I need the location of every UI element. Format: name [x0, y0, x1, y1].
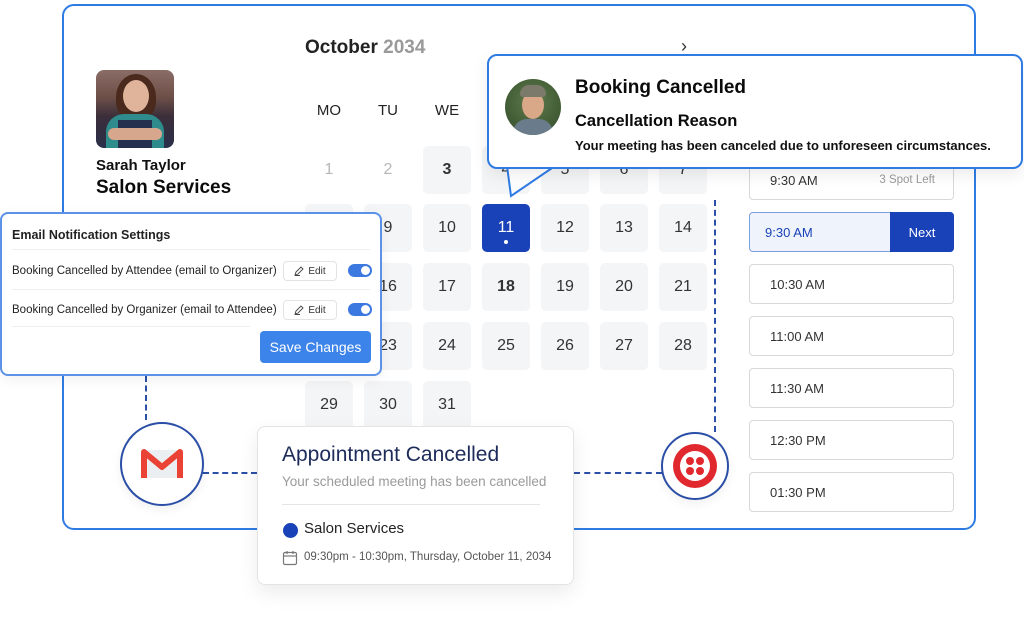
- appointment-datetime: 09:30pm - 10:30pm, Thursday, October 11,…: [304, 551, 552, 563]
- calendar-day-selected[interactable]: 11: [482, 204, 530, 252]
- calendar-day[interactable]: 29: [305, 381, 353, 429]
- month-label: October: [305, 37, 378, 58]
- gmail-integration: [120, 422, 204, 506]
- time-slot[interactable]: 11:00 AM: [749, 316, 954, 356]
- time-slot[interactable]: 12:30 PM: [749, 420, 954, 460]
- connector-line: [203, 472, 257, 474]
- calendar-day: 2: [383, 161, 393, 178]
- time-slot-label: 9:30 AM: [770, 172, 818, 188]
- notification-label: Booking Cancelled by Organizer (email to…: [12, 304, 277, 316]
- organizer-avatar: [96, 70, 174, 148]
- calendar-day[interactable]: 13: [600, 204, 648, 252]
- weekday-label: WE: [434, 102, 460, 119]
- booking-cancelled-popup: Booking Cancelled Cancellation Reason Yo…: [487, 54, 1023, 169]
- appointment-cancelled-card: Appointment Cancelled Your scheduled mee…: [257, 426, 574, 585]
- email-notification-settings-panel: Email Notification Settings Booking Canc…: [0, 212, 382, 376]
- edit-button[interactable]: Edit: [283, 300, 337, 320]
- month-title: October 2034: [305, 37, 425, 59]
- popup-tail: [506, 166, 556, 198]
- spots-left-label: 3 Spot Left: [879, 174, 935, 186]
- pencil-icon: [294, 305, 305, 315]
- calendar-day[interactable]: 19: [541, 263, 589, 311]
- time-slot[interactable]: 11:30 AM: [749, 368, 954, 408]
- service-title: Salon Services: [96, 177, 232, 198]
- calendar-day: 1: [324, 161, 334, 178]
- notification-label: Booking Cancelled by Attendee (email to …: [12, 265, 277, 277]
- twilio-integration: [661, 432, 729, 500]
- calendar-day[interactable]: 20: [600, 263, 648, 311]
- divider: [282, 504, 540, 505]
- time-slot[interactable]: 10:30 AM: [749, 264, 954, 304]
- calendar-day[interactable]: 12: [541, 204, 589, 252]
- appointment-title: Appointment Cancelled: [282, 443, 500, 466]
- edit-label: Edit: [308, 265, 326, 277]
- calendar-day[interactable]: 26: [541, 322, 589, 370]
- divider: [12, 289, 370, 290]
- connector-line: [574, 472, 662, 474]
- calendar-day[interactable]: 14: [659, 204, 707, 252]
- gmail-icon: [141, 449, 183, 478]
- calendar-day[interactable]: 24: [423, 322, 471, 370]
- service-color-dot: [283, 523, 298, 538]
- calendar-day[interactable]: 18: [482, 263, 530, 311]
- divider: [12, 326, 250, 327]
- weekday-label: TU: [378, 102, 398, 119]
- time-slot[interactable]: 01:30 PM: [749, 472, 954, 512]
- year-label: 2034: [383, 37, 426, 58]
- popup-subtitle: Cancellation Reason: [575, 112, 738, 130]
- calendar-day[interactable]: 28: [659, 322, 707, 370]
- calendar-day[interactable]: 25: [482, 322, 530, 370]
- panel-title: Email Notification Settings: [12, 228, 171, 242]
- calendar-day[interactable]: 21: [659, 263, 707, 311]
- notification-toggle[interactable]: [348, 264, 372, 277]
- connector-line: [145, 376, 147, 420]
- popup-title: Booking Cancelled: [575, 77, 747, 98]
- calendar-day[interactable]: 27: [600, 322, 648, 370]
- attendee-avatar: [505, 79, 561, 135]
- calendar-icon: [282, 551, 298, 566]
- calendar-day[interactable]: 17: [423, 263, 471, 311]
- appointment-service: Salon Services: [304, 520, 405, 537]
- calendar-day[interactable]: 31: [423, 381, 471, 429]
- calendar-day[interactable]: 30: [364, 381, 412, 429]
- appointment-subtitle: Your scheduled meeting has been cancelle…: [282, 474, 547, 489]
- next-button[interactable]: Next: [890, 212, 954, 252]
- edit-button[interactable]: Edit: [283, 261, 337, 281]
- save-changes-button[interactable]: Save Changes: [260, 331, 371, 363]
- calendar-day[interactable]: 10: [423, 204, 471, 252]
- divider: [12, 249, 370, 250]
- edit-label: Edit: [308, 304, 326, 316]
- pencil-icon: [294, 266, 305, 276]
- popup-message: Your meeting has been canceled due to un…: [575, 138, 991, 153]
- twilio-icon: [673, 444, 717, 488]
- time-slot-label: 9:30 AM: [765, 224, 813, 240]
- weekday-label: MO: [316, 102, 342, 119]
- notification-toggle[interactable]: [348, 303, 372, 316]
- time-slot-selected[interactable]: 9:30 AM Next: [749, 212, 954, 252]
- organizer-name: Sarah Taylor: [96, 157, 186, 174]
- connector-line: [714, 200, 716, 432]
- calendar-day[interactable]: 3: [423, 146, 471, 194]
